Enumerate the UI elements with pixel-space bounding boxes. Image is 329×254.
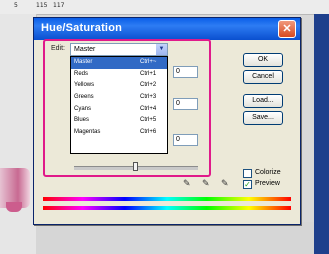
eyedropper-minus-icon[interactable]: ✎ [221, 178, 231, 188]
load-button[interactable]: Load... [243, 94, 283, 108]
eyedropper-icon[interactable]: ✎ [183, 178, 193, 188]
hue-saturation-dialog: Hue/Saturation ✕ Edit: Master ▼ 0 0 0 Ma… [33, 17, 301, 225]
canvas-area [0, 14, 37, 254]
canvas-right-edge [314, 14, 329, 254]
dialog-title: Hue/Saturation [41, 22, 123, 34]
canvas-artwork [0, 168, 30, 212]
save-button[interactable]: Save... [243, 111, 283, 125]
colorize-label: Colorize [255, 169, 281, 176]
dialog-titlebar[interactable]: Hue/Saturation ✕ [34, 18, 300, 40]
ruler-label: 115 [36, 2, 48, 9]
close-icon: ✕ [282, 23, 292, 35]
colorize-checkbox[interactable] [243, 169, 252, 178]
canvas-bottom-area [36, 222, 314, 254]
eyedropper-plus-icon[interactable]: ✎ [202, 178, 212, 188]
output-color-spectrum-bar [43, 206, 291, 210]
horizontal-ruler: 5 115 117 [0, 0, 329, 15]
checkmark-icon: ✓ [244, 180, 251, 189]
ruler-label: 5 [14, 2, 18, 9]
preview-label: Preview [255, 180, 280, 187]
input-color-spectrum-bar [43, 197, 291, 201]
ruler-label: 117 [53, 2, 65, 9]
preview-checkbox[interactable]: ✓ [243, 180, 252, 189]
ok-button[interactable]: OK [243, 53, 283, 67]
cancel-button[interactable]: Cancel [243, 70, 283, 84]
close-button[interactable]: ✕ [278, 20, 296, 38]
annotation-highlight-box [43, 39, 211, 177]
